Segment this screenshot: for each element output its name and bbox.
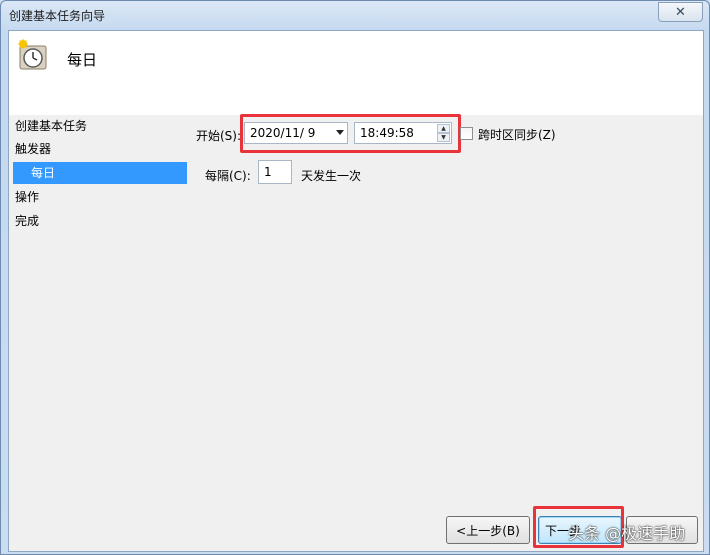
recur-days-input[interactable]: 1 xyxy=(258,160,292,184)
back-button[interactable]: <上一步(B) xyxy=(446,516,530,544)
watermark: 头条 @极速手助 xyxy=(568,524,686,543)
step-action[interactable]: 操作 xyxy=(15,186,39,208)
page-title: 每日 xyxy=(67,51,98,69)
step-finish[interactable]: 完成 xyxy=(15,210,39,232)
annotation-highlight-start xyxy=(240,114,461,153)
recur-label: 每隔(C): xyxy=(205,169,251,183)
window-title: 创建基本任务向导 xyxy=(9,9,106,23)
close-button[interactable]: ✕ xyxy=(658,2,703,22)
step-trigger[interactable]: 触发器 xyxy=(15,138,51,160)
task-clock-icon xyxy=(18,39,47,70)
sync-timezone-checkbox[interactable] xyxy=(460,127,473,140)
start-label: 开始(S): xyxy=(196,129,242,143)
back-button-label: <上一步(B) xyxy=(456,523,520,538)
wizard-client-area: 每日 创建基本任务 触发器 每日 操作 完成 开始(S): 2020/11/ 9… xyxy=(8,30,704,552)
close-icon: ✕ xyxy=(675,4,686,20)
recur-suffix: 天发生一次 xyxy=(301,169,362,183)
step-create-basic-task[interactable]: 创建基本任务 xyxy=(15,115,87,137)
wizard-steps-panel: 创建基本任务 触发器 每日 操作 完成 xyxy=(9,115,189,545)
wizard-header: 每日 xyxy=(9,31,703,115)
step-daily[interactable]: 每日 xyxy=(13,162,187,184)
sync-timezone-label[interactable]: 跨时区同步(Z) xyxy=(478,126,556,143)
recur-days-value: 1 xyxy=(264,165,272,179)
title-bar[interactable]: 创建基本任务向导 ✕ xyxy=(1,1,709,29)
wizard-window: 创建基本任务向导 ✕ 每日 创建基本任务 触发器 每日 操作 完成 开始(S): xyxy=(0,0,710,555)
